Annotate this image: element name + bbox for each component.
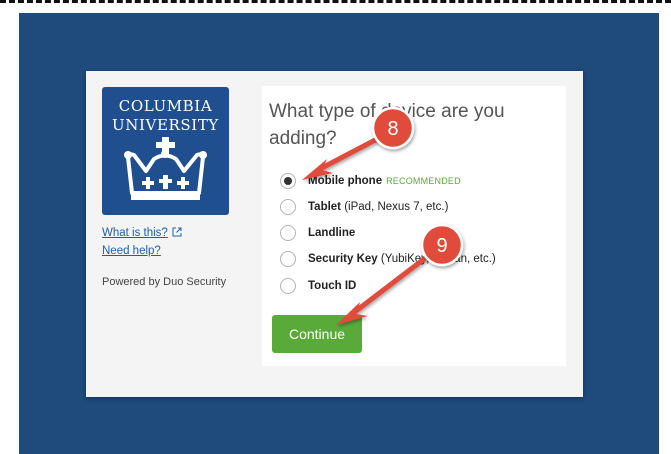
option-name: Security Key [308,253,378,265]
option-label: Security Key (YubiKey, Feitian, etc.) [308,253,496,265]
need-help-link[interactable]: Need help? [102,242,182,260]
option-name: Tablet [308,201,342,213]
top-dashed-border [0,0,671,3]
option-label: Mobile phone RECOMMENDED [308,175,461,187]
option-tablet[interactable]: Tablet (iPad, Nexus 7, etc.) [280,198,448,216]
option-label: Touch ID [308,280,356,292]
logo-name-line2: UNIVERSITY [112,116,219,134]
security-key-radio[interactable] [280,251,296,267]
crown-icon [124,137,207,200]
option-name: Mobile phone [308,175,383,187]
powered-by-text: Powered by Duo Security [102,276,227,288]
external-link-icon [172,227,182,237]
option-detail: (YubiKey, Feitian, etc.) [380,253,496,265]
option-label: Landline [308,227,355,239]
option-landline[interactable]: Landline [280,224,355,242]
columbia-logo: COLUMBIA UNIVERSITY [102,87,229,215]
device-type-question: What type of device are you adding? [269,101,505,149]
option-security-key[interactable]: Security Key (YubiKey, Feitian, etc.) [280,250,496,268]
continue-button[interactable]: Continue [272,315,362,353]
what-is-this-link[interactable]: What is this? [102,224,182,242]
option-touch-id[interactable]: Touch ID [280,277,356,295]
option-label: Tablet (iPad, Nexus 7, etc.) [308,201,448,213]
option-detail: (iPad, Nexus 7, etc.) [344,201,449,213]
option-name: Touch ID [308,280,357,292]
landline-radio[interactable] [280,225,296,241]
mobile-phone-radio[interactable] [280,173,296,189]
recommended-badge: RECOMMENDED [386,176,461,186]
touch-id-radio[interactable] [280,278,296,294]
tablet-radio[interactable] [280,199,296,215]
help-links: What is this? Need help? [102,224,182,260]
option-name: Landline [308,227,356,239]
what-is-this-link-text: What is this? [102,227,168,239]
logo-name-line1: COLUMBIA [118,97,213,115]
option-mobile-phone[interactable]: Mobile phone RECOMMENDED [280,172,461,190]
